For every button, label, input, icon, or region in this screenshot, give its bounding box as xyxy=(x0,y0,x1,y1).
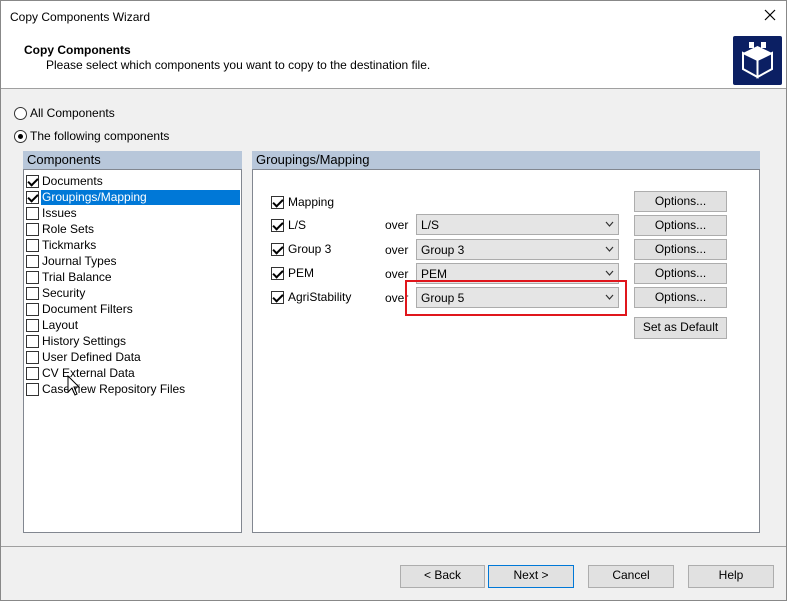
following-components-label: The following components xyxy=(30,129,170,143)
component-label: Issues xyxy=(42,205,77,220)
groupings-mapping-header: Groupings/Mapping xyxy=(252,151,760,169)
all-components-option[interactable]: All Components xyxy=(14,105,115,121)
component-label: Role Sets xyxy=(42,221,95,236)
component-label: Trial Balance xyxy=(42,269,112,284)
options-button-pem[interactable]: Options... xyxy=(634,263,727,284)
component-item-issues[interactable]: Issues xyxy=(26,205,240,221)
component-checkbox[interactable] xyxy=(26,366,39,380)
component-label: Security xyxy=(42,285,86,300)
component-checkbox[interactable] xyxy=(26,270,39,284)
mouse-cursor-icon xyxy=(67,375,81,396)
mapping-checkbox[interactable] xyxy=(271,266,284,280)
over-label: over xyxy=(385,267,409,281)
mapping-checkbox[interactable] xyxy=(271,218,284,232)
mapping-checkbox[interactable] xyxy=(271,195,284,209)
mapping-row-group-3[interactable]: Group 3 xyxy=(271,241,331,257)
following-components-radio[interactable] xyxy=(14,129,27,143)
mapping-label: PEM xyxy=(288,266,315,280)
component-label: History Settings xyxy=(42,333,127,348)
component-label: Tickmarks xyxy=(42,237,97,252)
component-checkbox[interactable] xyxy=(26,238,39,252)
page-subtitle: Please select which components you want … xyxy=(46,58,431,72)
component-label: Layout xyxy=(42,317,79,332)
mapping-row-mapping[interactable]: Mapping xyxy=(271,194,334,210)
component-item-document-filters[interactable]: Document Filters xyxy=(26,301,240,317)
component-checkbox[interactable] xyxy=(26,206,39,220)
set-as-default-button[interactable]: Set as Default xyxy=(634,317,727,339)
component-label: Journal Types xyxy=(42,253,117,268)
component-checkbox[interactable] xyxy=(26,190,39,204)
all-components-radio[interactable] xyxy=(14,106,27,120)
cancel-button[interactable]: Cancel xyxy=(588,565,674,588)
chevron-down-icon xyxy=(605,270,614,276)
back-button[interactable]: < Back xyxy=(400,565,485,588)
mapping-row-ls[interactable]: L/S xyxy=(271,217,306,233)
component-item-caseview-repository-files[interactable]: CaseView Repository Files xyxy=(26,381,240,397)
component-checkbox[interactable] xyxy=(26,318,39,332)
options-button-group-3[interactable]: Options... xyxy=(634,239,727,260)
close-button[interactable] xyxy=(760,5,780,25)
over-label: over xyxy=(385,243,409,257)
help-button[interactable]: Help xyxy=(688,565,774,588)
component-item-journal-types[interactable]: Journal Types xyxy=(26,253,240,269)
component-item-layout[interactable]: Layout xyxy=(26,317,240,333)
all-components-label: All Components xyxy=(30,106,115,120)
title-bar: Copy Components Wizard xyxy=(1,1,786,31)
component-item-cv-external-data[interactable]: CV External Data xyxy=(26,365,240,381)
cube-logo-icon xyxy=(733,36,782,85)
component-item-security[interactable]: Security xyxy=(26,285,240,301)
mapping-checkbox[interactable] xyxy=(271,290,284,304)
mapping-label: Group 3 xyxy=(288,242,332,256)
next-button[interactable]: Next > xyxy=(488,565,574,588)
close-icon xyxy=(764,9,776,21)
grouping-select-group-3[interactable]: Group 3 xyxy=(416,239,619,260)
wizard-window: Copy Components Wizard Copy Components P… xyxy=(0,0,787,601)
component-item-history-settings[interactable]: History Settings xyxy=(26,333,240,349)
over-label: over xyxy=(385,218,409,232)
component-item-groupings-mapping[interactable]: Groupings/Mapping xyxy=(26,189,240,205)
page-title: Copy Components xyxy=(24,43,131,57)
component-checkbox[interactable] xyxy=(26,334,39,348)
mapping-row-agristability[interactable]: AgriStability xyxy=(271,289,351,305)
component-item-trial-balance[interactable]: Trial Balance xyxy=(26,269,240,285)
component-label: Document Filters xyxy=(42,301,133,316)
component-checkbox[interactable] xyxy=(26,382,39,396)
grouping-select-ls[interactable]: L/S xyxy=(416,214,619,235)
component-checkbox[interactable] xyxy=(26,350,39,364)
highlight-box xyxy=(405,280,627,316)
select-value: L/S xyxy=(421,218,440,232)
mapping-checkbox[interactable] xyxy=(271,242,284,256)
mapping-row-pem[interactable]: PEM xyxy=(271,265,314,281)
component-checkbox[interactable] xyxy=(26,286,39,300)
mapping-label: AgriStability xyxy=(288,290,352,304)
options-button-mapping[interactable]: Options... xyxy=(634,191,727,212)
component-label: Groupings/Mapping xyxy=(41,189,240,205)
mapping-label: Mapping xyxy=(288,195,335,209)
chevron-down-icon xyxy=(605,246,614,252)
component-checkbox[interactable] xyxy=(26,222,39,236)
component-checkbox[interactable] xyxy=(26,302,39,316)
components-list[interactable]: Documents Groupings/Mapping Issues Role … xyxy=(23,169,242,533)
select-value: Group 3 xyxy=(421,243,465,257)
following-components-option[interactable]: The following components xyxy=(14,128,169,144)
options-button-agristability[interactable]: Options... xyxy=(634,287,727,308)
component-item-role-sets[interactable]: Role Sets xyxy=(26,221,240,237)
component-item-tickmarks[interactable]: Tickmarks xyxy=(26,237,240,253)
component-item-user-defined-data[interactable]: User Defined Data xyxy=(26,349,240,365)
component-checkbox[interactable] xyxy=(26,254,39,268)
select-value: PEM xyxy=(421,267,448,281)
mapping-label: L/S xyxy=(288,218,307,232)
chevron-down-icon xyxy=(605,221,614,227)
component-item-documents[interactable]: Documents xyxy=(26,173,240,189)
options-button-ls[interactable]: Options... xyxy=(634,215,727,236)
footer-divider xyxy=(1,546,786,547)
component-label: User Defined Data xyxy=(42,349,141,364)
wizard-header: Copy Components Please select which comp… xyxy=(1,31,786,89)
component-label: Documents xyxy=(42,173,103,188)
component-checkbox[interactable] xyxy=(26,174,39,188)
components-header: Components xyxy=(23,151,242,169)
window-title: Copy Components Wizard xyxy=(10,10,151,24)
